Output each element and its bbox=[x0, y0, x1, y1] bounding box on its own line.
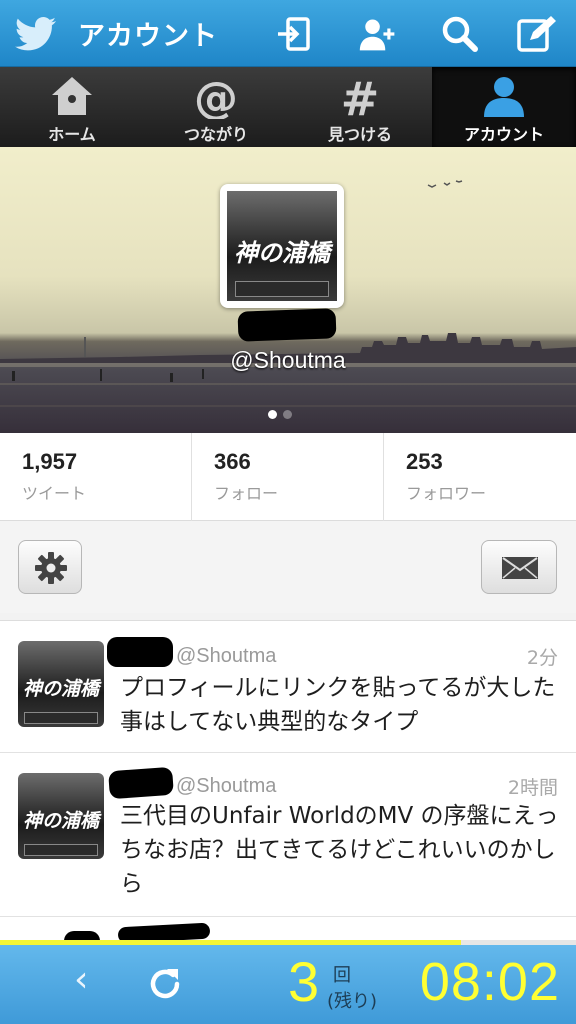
tab-bar: ホーム @ つながり # 見つける アカウント bbox=[0, 67, 576, 147]
count-unit: 回 bbox=[333, 965, 351, 986]
count-note: (残り) bbox=[327, 991, 378, 1012]
tab-discover[interactable]: # 見つける bbox=[288, 67, 432, 147]
tweet-avatar[interactable]: 神の浦橋 bbox=[18, 773, 104, 859]
tweet-item[interactable]: 神の浦橋 @Shoutma 2分 プロフィールにリンクを貼ってるが大した事はして… bbox=[0, 621, 576, 753]
stat-label: フォロー bbox=[214, 484, 279, 503]
avatar-car-shape bbox=[24, 712, 98, 724]
tab-label: 見つける bbox=[327, 125, 392, 144]
profile-banner[interactable]: 神の浦橋 @Shoutma bbox=[0, 147, 576, 433]
tweet-handle: @Shoutma bbox=[176, 775, 277, 797]
clock-display: 08:02 bbox=[419, 952, 560, 1012]
tweet-timeline: 神の浦橋 @Shoutma 2分 プロフィールにリンクを貼ってるが大した事はして… bbox=[0, 620, 576, 945]
tab-connect[interactable]: @ つながり bbox=[144, 67, 288, 147]
stat-value: 366 bbox=[214, 449, 251, 474]
tab-account[interactable]: アカウント bbox=[432, 67, 576, 147]
tweet-avatar[interactable]: 神の浦橋 bbox=[18, 641, 104, 727]
avatar-image: 神の浦橋 bbox=[227, 191, 337, 301]
redacted-name bbox=[107, 637, 173, 667]
sign-in-icon[interactable] bbox=[274, 14, 314, 54]
profile-avatar[interactable]: 神の浦橋 bbox=[220, 184, 344, 308]
profile-handle: @Shoutma bbox=[230, 347, 346, 373]
tweet-handle: @Shoutma bbox=[176, 645, 277, 667]
page-title: アカウント bbox=[78, 21, 218, 52]
avatar-car-shape bbox=[24, 844, 98, 856]
envelope-icon bbox=[502, 557, 538, 579]
tweet-time: 2分 bbox=[526, 647, 558, 669]
page-dot bbox=[283, 410, 292, 419]
top-bar: アカウント bbox=[0, 0, 576, 67]
stat-value: 1,957 bbox=[22, 449, 78, 474]
avatar-text: 神の浦橋 bbox=[22, 677, 99, 700]
at-icon: @ bbox=[194, 73, 238, 119]
svg-text:@: @ bbox=[194, 73, 238, 119]
hash-icon: # bbox=[341, 73, 380, 119]
message-button[interactable] bbox=[481, 540, 557, 594]
stats-row: 1,957 ツイート 366 フォロー 253 フォロワー bbox=[0, 433, 576, 521]
gear-icon bbox=[35, 552, 67, 584]
avatar-text: 神の浦橋 bbox=[22, 809, 99, 832]
home-icon bbox=[52, 77, 92, 115]
tweet-text: プロフィールにリンクを貼ってるが大した事はしてない典型的なタイプ bbox=[120, 675, 556, 735]
stat-followers[interactable]: 253 フォロワー bbox=[384, 433, 576, 521]
user-icon bbox=[484, 77, 524, 117]
stat-label: ツイート bbox=[22, 484, 87, 503]
redacted-name bbox=[108, 766, 174, 800]
redacted-name bbox=[237, 308, 337, 342]
page-indicator[interactable] bbox=[268, 404, 298, 423]
tab-label: つながり bbox=[183, 125, 248, 144]
stat-value: 253 bbox=[406, 449, 443, 474]
settings-button[interactable] bbox=[18, 540, 82, 594]
chevron-left-icon[interactable]: ‹ bbox=[74, 959, 88, 1000]
tweet-text: 三代目のUnfair WorldのMV の序盤にえっちなお店？出てきてるけどこれ… bbox=[120, 803, 559, 897]
stat-label: フォロワー bbox=[406, 484, 487, 503]
compose-icon[interactable] bbox=[516, 14, 556, 54]
avatar-text: 神の浦橋 bbox=[234, 237, 330, 267]
remaining-count: 3 bbox=[288, 950, 320, 1013]
avatar-car-shape bbox=[235, 281, 329, 297]
twitter-bird-icon bbox=[15, 17, 56, 51]
tab-label: アカウント bbox=[463, 125, 544, 144]
bottom-bar: ‹ 3 回 (残り) 08:02 bbox=[0, 945, 576, 1024]
stat-following[interactable]: 366 フォロー bbox=[192, 433, 384, 521]
tweet-item[interactable]: 神の浦橋 @Shoutma 2時間 三代目のUnfair WorldのMV の序… bbox=[0, 753, 576, 917]
action-row bbox=[0, 521, 576, 613]
reload-icon[interactable] bbox=[146, 965, 184, 1003]
add-user-icon[interactable] bbox=[358, 14, 398, 54]
search-icon[interactable] bbox=[440, 14, 480, 54]
stat-tweets[interactable]: 1,957 ツイート bbox=[0, 433, 192, 521]
tab-home[interactable]: ホーム bbox=[0, 67, 144, 147]
svg-text:#: # bbox=[341, 73, 380, 119]
page-dot-active bbox=[268, 410, 277, 419]
tab-label: ホーム bbox=[48, 125, 96, 144]
tweet-time: 2時間 bbox=[507, 777, 558, 799]
